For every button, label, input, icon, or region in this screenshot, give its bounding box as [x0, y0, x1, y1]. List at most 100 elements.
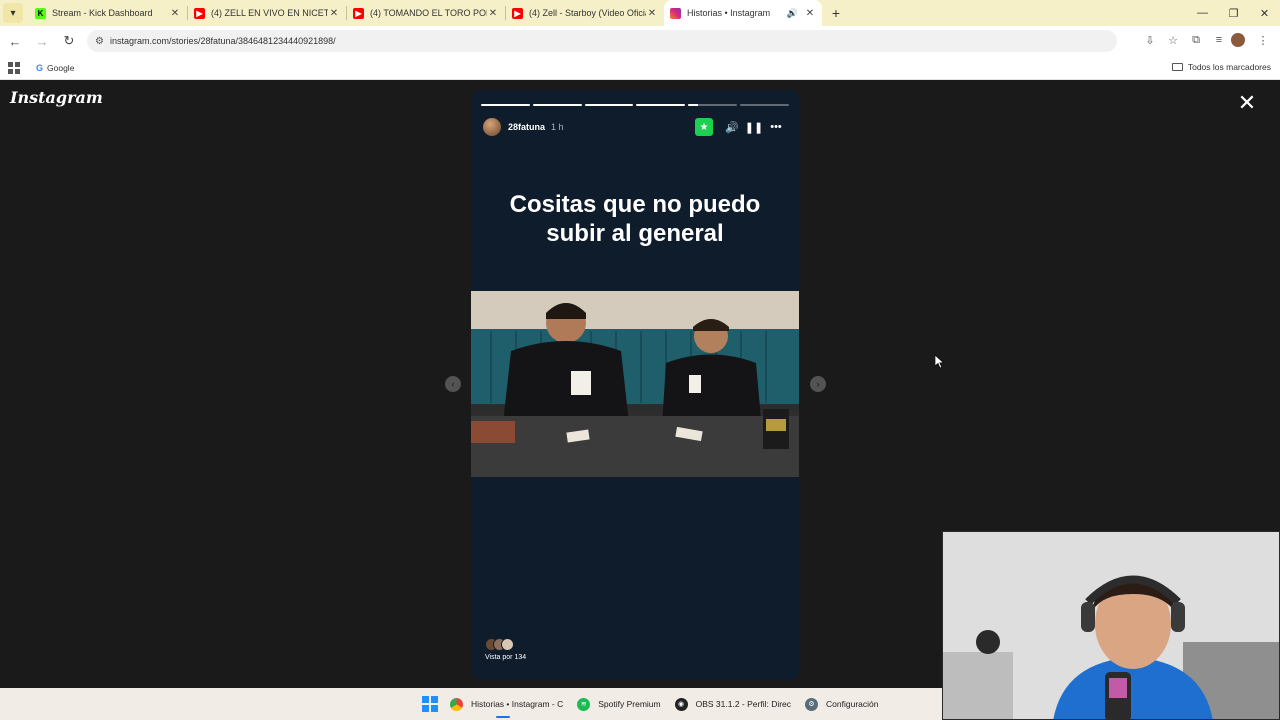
progress-segment — [740, 104, 789, 106]
restore-icon[interactable]: ❐ — [1218, 7, 1249, 20]
taskbar-item-label: OBS 31.1.2 - Perfil: Direc — [695, 699, 792, 709]
photo-people-at-table — [471, 291, 799, 477]
tab-youtube-starboy[interactable]: ▶ (4) Zell - Starboy (Video Oficial) ✕ — [506, 0, 664, 26]
profile-avatar[interactable] — [1231, 33, 1245, 47]
story-caption-line-1: Cositas que no puedo — [509, 191, 761, 218]
tab-kick-dashboard[interactable]: K Stream - Kick Dashboard ✕ — [29, 0, 187, 26]
story-controls: ★ 🔊 ❚❚ ••• — [695, 116, 787, 138]
bookmarks-bar: G Google Todos los marcadores — [0, 56, 1280, 80]
previous-story-arrow-icon[interactable]: ‹ — [445, 376, 461, 392]
tab-youtube-zell-en-vivo[interactable]: ▶ (4) ZELL EN VIVO EN NICETO CI ✕ — [188, 0, 346, 26]
extensions-puzzle-icon[interactable]: ⧉ — [1185, 29, 1207, 51]
taskbar-item-obs[interactable]: ◉ OBS 31.1.2 - Perfil: Direc — [668, 688, 798, 720]
close-friends-star-icon: ★ — [695, 118, 713, 136]
story-header: 28fatuna 1 h ★ 🔊 ❚❚ ••• — [483, 116, 787, 138]
more-options-icon[interactable]: ••• — [765, 121, 787, 133]
story-caption-line-2: subir al general — [546, 220, 724, 247]
story-username[interactable]: 28fatuna — [508, 122, 545, 132]
taskbar-item-chrome[interactable]: Historias • Instagram - C — [443, 688, 570, 720]
windows-taskbar: Historias • Instagram - C ≋ Spotify Prem… — [0, 688, 942, 720]
progress-segment-fill — [636, 104, 686, 106]
progress-segment — [688, 104, 738, 106]
windows-start-icon[interactable] — [422, 696, 438, 712]
webcam-person — [943, 532, 1279, 719]
tab-title: Stream - Kick Dashboard — [52, 8, 153, 18]
new-tab-button[interactable]: + — [826, 5, 846, 21]
progress-segment-fill — [532, 104, 582, 106]
youtube-icon: ▶ — [194, 7, 205, 19]
progress-segment — [481, 104, 530, 106]
bookmark-google[interactable]: Google — [47, 63, 74, 73]
taskbar-item-label: Configuración — [826, 699, 879, 709]
forward-arrow-icon[interactable]: → — [30, 29, 54, 53]
reload-icon[interactable]: ↻ — [57, 29, 81, 53]
back-arrow-icon[interactable]: ← — [3, 29, 27, 53]
more-menu-icon[interactable]: ⋮ — [1252, 29, 1274, 51]
taskbar-item-label: Spotify Premium — [598, 699, 661, 709]
folder-icon — [1171, 63, 1183, 71]
url-text: instagram.com/stories/28fatuna/384648123… — [109, 36, 336, 46]
progress-segment — [532, 104, 582, 106]
viewers-count-label: Vista por 134 — [485, 654, 527, 661]
chrome-icon — [450, 697, 463, 711]
story-time: 1 h — [551, 122, 564, 132]
all-bookmarks-button[interactable]: Todos los marcadores — [1171, 62, 1271, 72]
window-controls: — ❐ ✕ — [1187, 0, 1280, 26]
story-viewers[interactable]: Vista por 134 — [485, 638, 526, 661]
story-photo — [471, 291, 799, 477]
browser-tab-bar: ▾ K Stream - Kick Dashboard ✕ ▶ (4) ZELL… — [0, 0, 1280, 26]
apps-grid-icon[interactable] — [8, 61, 20, 74]
address-bar[interactable]: ⚙ instagram.com/stories/28fatuna/3846481… — [87, 30, 1117, 52]
taskbar-item-settings[interactable]: ⚙ Configuración — [798, 688, 885, 720]
viewer-avatars — [485, 638, 526, 651]
bookmark-star-icon[interactable]: ☆ — [1162, 29, 1184, 51]
install-app-icon[interactable]: ⇩ — [1139, 29, 1161, 51]
spotify-icon: ≋ — [577, 697, 591, 711]
taskbar-item-label: Historias • Instagram - C — [471, 699, 564, 709]
tab-youtube-tomando-el-toro[interactable]: ▶ (4) TOMANDO EL TORO POR LA ✕ — [347, 0, 505, 26]
all-bookmarks-label: Todos los marcadores — [1187, 62, 1271, 72]
youtube-icon: ▶ — [353, 7, 364, 19]
progress-segment-fill — [481, 104, 530, 106]
progress-segment — [584, 104, 634, 106]
site-info-icon[interactable]: ⚙ — [95, 36, 104, 47]
tab-search-button[interactable]: ▾ — [3, 3, 23, 23]
browser-toolbar: ← → ↻ ⚙ instagram.com/stories/28fatuna/3… — [0, 26, 1280, 56]
tab-title: (4) Zell - Starboy (Video Oficial) — [529, 8, 646, 18]
tab-title: (4) TOMANDO EL TORO POR LA — [370, 8, 487, 18]
user-avatar[interactable] — [483, 118, 501, 136]
pause-icon[interactable]: ❚❚ — [743, 121, 765, 134]
instagram-icon — [670, 7, 681, 19]
minimize-icon[interactable]: — — [1187, 7, 1218, 19]
tab-instagram-stories[interactable]: Historias • Instagram 🔊 ✕ — [664, 0, 822, 26]
progress-segment-fill — [688, 104, 699, 106]
close-window-icon[interactable]: ✕ — [1249, 7, 1280, 20]
tab-title: Historias • Instagram — [687, 8, 771, 18]
close-tab-icon[interactable]: ✕ — [487, 8, 499, 19]
close-tab-icon[interactable]: ✕ — [169, 8, 181, 19]
close-tab-icon[interactable]: ✕ — [328, 8, 340, 19]
story-progress-bars — [481, 104, 789, 106]
obs-icon: ◉ — [674, 697, 688, 711]
tab-title: (4) ZELL EN VIVO EN NICETO CI — [211, 8, 328, 18]
settings-gear-icon: ⚙ — [805, 697, 819, 711]
taskbar-items: Historias • Instagram - C ≋ Spotify Prem… — [418, 688, 885, 720]
kick-icon: K — [35, 7, 46, 19]
speaker-icon[interactable]: 🔊 — [787, 8, 798, 19]
media-control-icon[interactable]: ≡ — [1208, 29, 1230, 51]
close-story-icon[interactable]: ✕ — [1236, 92, 1258, 114]
taskbar-item-spotify[interactable]: ≋ Spotify Premium — [570, 688, 667, 720]
volume-icon[interactable]: 🔊 — [721, 121, 743, 134]
toolbar-actions: ⇩ ☆ ⧉ ≡ ⋮ — [1138, 29, 1274, 51]
webcam-overlay — [942, 531, 1280, 720]
google-icon: G — [36, 62, 44, 73]
progress-segment — [636, 104, 686, 106]
viewer-avatar — [501, 638, 514, 651]
next-story-arrow-icon[interactable]: › — [810, 376, 826, 392]
mouse-cursor-icon — [935, 355, 945, 369]
close-tab-icon[interactable]: ✕ — [804, 8, 816, 19]
close-tab-icon[interactable]: ✕ — [646, 8, 658, 19]
progress-segment-fill — [584, 104, 634, 106]
instagram-logo[interactable]: Instagram — [10, 88, 103, 107]
story-card[interactable]: 28fatuna 1 h ★ 🔊 ❚❚ ••• Cositas que no p… — [471, 90, 799, 680]
